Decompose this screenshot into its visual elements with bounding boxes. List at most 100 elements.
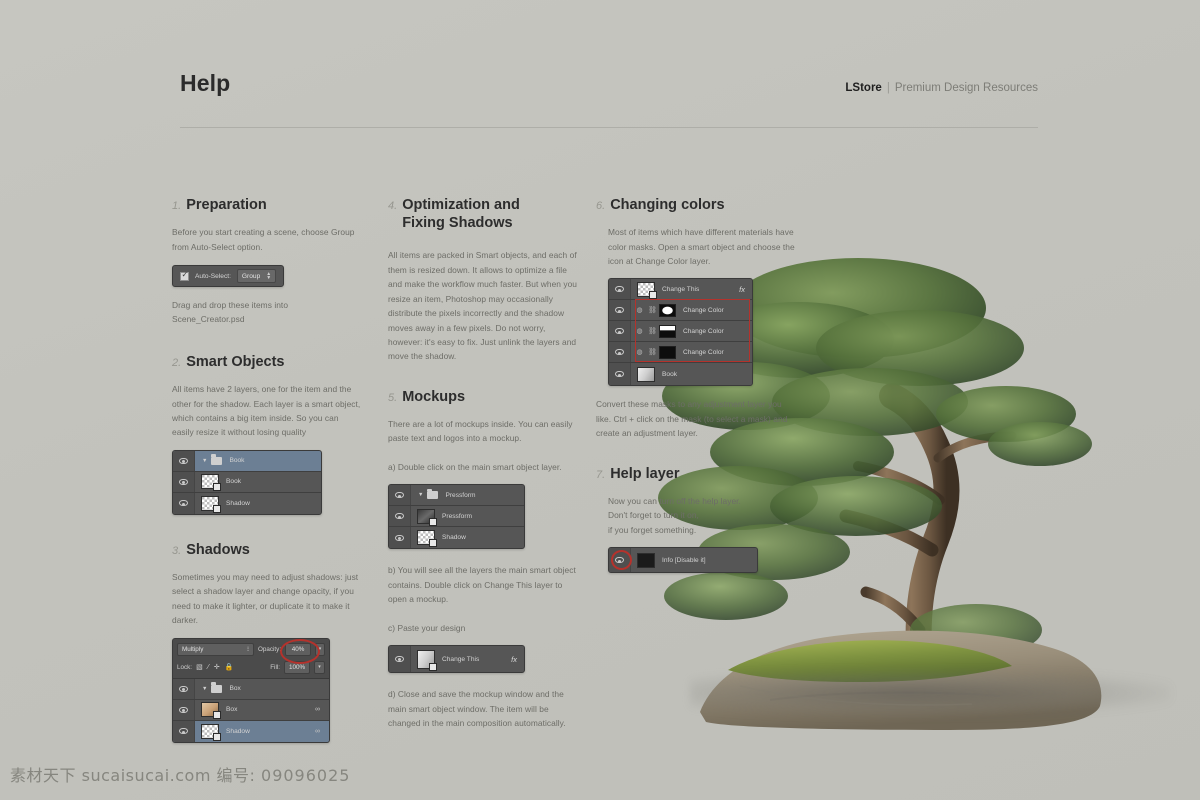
eye-icon[interactable] (173, 492, 195, 514)
link-icon[interactable]: ⛓ (648, 327, 657, 335)
chevron-updown-icon: ▲ ▼ (266, 270, 272, 282)
layers-panel-pressform[interactable]: ▼ Pressform Pressform Shadow (388, 484, 525, 550)
column-three: 6. Changing colors Most of items which h… (596, 196, 796, 591)
table-row[interactable]: Book (173, 471, 321, 493)
eye-icon[interactable] (173, 699, 195, 720)
section-number: 7. (596, 468, 606, 481)
auto-select-checkbox[interactable] (180, 270, 189, 281)
layer-label: Change This (662, 285, 700, 293)
folder-icon (211, 682, 223, 693)
layers-panel-smart-objects[interactable]: ▼ Book Book Shadow (172, 449, 322, 515)
brand: LStore | Premium Design Resources (845, 82, 1038, 94)
table-row[interactable]: Shadow (173, 492, 321, 514)
chevron-down-icon[interactable]: ▼ (418, 492, 423, 498)
adjustment-icon[interactable]: ◍ (635, 327, 644, 335)
mask-thumbnail[interactable] (659, 345, 676, 359)
blend-mode-select[interactable]: Multiply ⁝ (177, 642, 254, 656)
table-row[interactable]: Book (609, 363, 752, 386)
section-shadows: 3. Shadows Sometimes you may need to adj… (172, 541, 362, 743)
layer-thumbnail (417, 649, 437, 671)
table-row[interactable]: ▼ Book (173, 450, 321, 472)
ground-shadow (690, 670, 1170, 716)
table-row[interactable]: ◍ ⛓ Change Color (609, 300, 752, 322)
section-body-after: Drag and drop these items into Scene_Cre… (172, 300, 289, 325)
lock-all-icon[interactable]: 🔒 (225, 663, 234, 671)
link-icon[interactable]: ⛓ (648, 348, 657, 356)
layer-thumbnail (637, 281, 657, 299)
eye-icon[interactable] (609, 548, 632, 573)
layers-panel-shadows[interactable]: Multiply ⁝ Opacity: 40% ▾ Lock: ▧ ⁄ ✛ 🔒 … (172, 637, 330, 743)
help-page: Help LStore | Premium Design Resources 1. … (0, 0, 1200, 800)
lock-move-icon[interactable]: ✛ (214, 663, 220, 671)
lock-brush-icon[interactable]: ⁄ (208, 664, 209, 671)
chevron-down-icon[interactable]: ▼ (202, 458, 207, 464)
auto-select-label: Auto-Select: (195, 272, 231, 280)
link-icon[interactable]: ∞ (315, 728, 320, 735)
eye-icon[interactable] (173, 678, 195, 699)
table-row[interactable]: ▼ Pressform (389, 485, 524, 507)
eye-icon[interactable] (609, 321, 631, 342)
table-row[interactable]: Shadow ∞ (173, 720, 329, 742)
step-d-text: d) Close and save the mockup window and … (388, 689, 566, 729)
watermark: 素材天下 sucaisucai.com 编号: 09096025 (10, 762, 350, 786)
table-row[interactable]: Pressform (389, 506, 524, 528)
eye-icon[interactable] (389, 527, 411, 549)
mask-thumbnail[interactable] (659, 303, 676, 317)
section-title: Smart Objects (186, 353, 285, 370)
lock-transparency-icon[interactable]: ▧ (196, 663, 203, 671)
section-heading: 5. Mockups (388, 388, 578, 406)
section-title: Help layer (610, 465, 680, 482)
table-row[interactable]: Box ∞ (173, 699, 329, 721)
link-icon[interactable]: ∞ (315, 706, 320, 713)
eye-icon[interactable] (173, 450, 195, 471)
adjustment-icon[interactable]: ◍ (635, 306, 644, 314)
smart-object-badge-icon (213, 711, 221, 720)
section-body-after: Convert these masks to any adjustment la… (596, 399, 788, 439)
layers-panel-change-color[interactable]: Change This fx ◍ ⛓ Change Color ◍ ⛓ Chan… (608, 278, 753, 387)
eye-icon[interactable] (609, 300, 631, 321)
eye-icon[interactable] (173, 720, 195, 742)
section-mockups: 5. Mockups There are a lot of mockups in… (388, 388, 578, 731)
lock-icons[interactable]: ▧ ⁄ ✛ 🔒 (196, 663, 234, 672)
smart-object-badge-icon (429, 539, 437, 548)
layers-panel-info[interactable]: Info [Disable it] (608, 547, 758, 574)
blend-mode-value: Multiply (182, 645, 204, 653)
eye-icon[interactable] (173, 471, 195, 492)
adjustment-icon[interactable]: ◍ (635, 348, 644, 356)
eye-icon[interactable] (389, 506, 411, 527)
section-heading: 6. Changing colors (596, 196, 796, 214)
section-title-line2: Fixing Shadows (402, 215, 513, 232)
opacity-value[interactable]: 40% (285, 642, 312, 656)
fill-label: Fill: (270, 663, 280, 671)
mask-thumbnail[interactable] (659, 324, 676, 338)
table-row[interactable]: Shadow (389, 527, 524, 549)
layer-thumbnail (637, 552, 655, 568)
fill-stepper[interactable]: ▾ (314, 660, 325, 674)
fx-icon[interactable]: fx (739, 285, 745, 294)
auto-select-dropdown[interactable]: Group ▲ ▼ (236, 269, 277, 284)
table-row[interactable]: Change This fx (609, 279, 752, 301)
auto-select-toolbar[interactable]: Auto-Select: Group ▲▼ (172, 265, 285, 288)
link-icon[interactable]: ⛓ (648, 306, 657, 314)
column-one: 1. Preparation Before you start creating… (172, 196, 362, 761)
smart-object-badge-icon (429, 662, 437, 671)
table-row[interactable]: Change This fx (389, 646, 524, 673)
brand-separator: | (886, 82, 890, 94)
chevron-down-icon[interactable]: ▼ (202, 686, 207, 692)
brand-store: LStore (845, 82, 882, 94)
layers-panel-wrapper: Change This fx ◍ ⛓ Change Color ◍ ⛓ Chan… (608, 278, 796, 387)
layer-thumbnail (201, 495, 221, 513)
fx-icon[interactable]: fx (511, 655, 517, 664)
table-row[interactable]: ◍ ⛓ Change Color (609, 321, 752, 343)
table-row[interactable]: Info [Disable it] (609, 548, 757, 573)
eye-icon[interactable] (609, 363, 631, 386)
eye-icon[interactable] (389, 485, 411, 506)
watermark-site-cn: 素材天下 (10, 766, 77, 785)
table-row[interactable]: ◍ ⛓ Change Color (609, 342, 752, 364)
eye-icon[interactable] (609, 279, 631, 300)
table-row[interactable]: ▼ Box (173, 678, 329, 700)
eye-icon[interactable] (609, 342, 631, 363)
layer-label: Pressform (442, 512, 473, 520)
eye-icon[interactable] (389, 646, 411, 673)
layers-panel-change-this[interactable]: Change This fx (388, 645, 525, 674)
